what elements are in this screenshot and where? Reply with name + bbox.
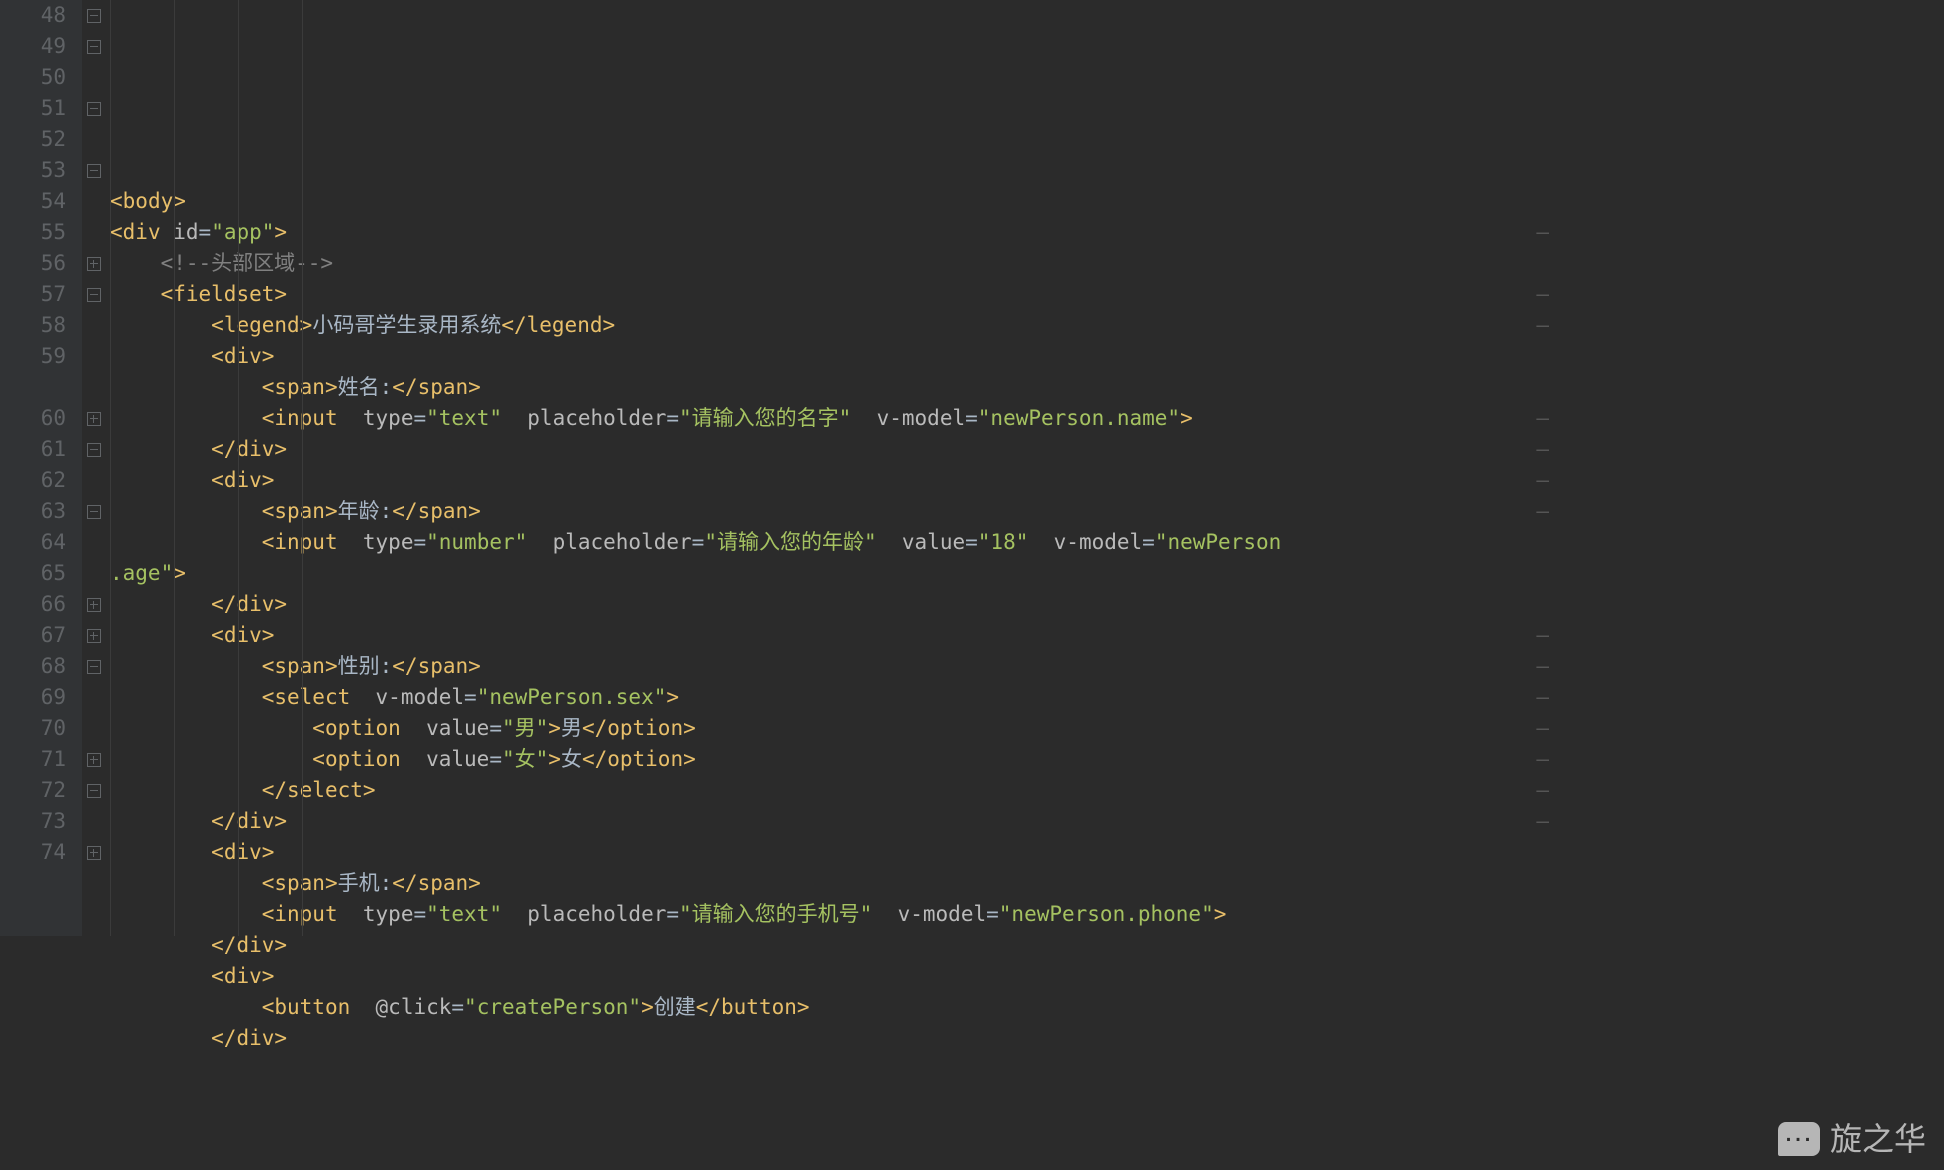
line-number: 71 <box>0 744 66 775</box>
soft-wrap-marker: – <box>1536 403 1549 434</box>
code-line[interactable]: <div> <box>110 620 1555 651</box>
code-line[interactable]: </select> <box>110 775 1555 806</box>
line-number: 49 <box>0 31 66 62</box>
code-line[interactable]: </div> <box>110 589 1555 620</box>
code-line[interactable]: <legend>小码哥学生录用系统</legend> <box>110 310 1555 341</box>
code-line[interactable]: </div> <box>110 434 1555 465</box>
soft-wrap-marker: – <box>1536 744 1549 775</box>
code-line[interactable]: <option value="男">男</option> <box>110 713 1555 744</box>
line-number: 57 <box>0 279 66 310</box>
line-number: 56 <box>0 248 66 279</box>
line-number: 62 <box>0 465 66 496</box>
line-number: 52 <box>0 124 66 155</box>
watermark: 旋之华 <box>1778 1122 1926 1156</box>
code-line[interactable]: <input type="number" placeholder="请输入您的年… <box>110 527 1555 558</box>
fold-open-icon[interactable] <box>87 9 101 23</box>
soft-wrap-marker: – <box>1536 651 1549 682</box>
fold-open-icon[interactable] <box>87 505 101 519</box>
code-line[interactable]: <option value="女">女</option> <box>110 744 1555 775</box>
fold-close-icon[interactable] <box>87 257 101 271</box>
code-line[interactable]: <body> <box>110 186 1555 217</box>
code-editor: 484950515253545556575859 6061626364656667… <box>0 0 1555 936</box>
code-area[interactable]: <body><div id="app"> <!--头部区域--> <fields… <box>106 0 1555 936</box>
line-number: 63 <box>0 496 66 527</box>
fold-column <box>82 0 106 936</box>
fold-close-icon[interactable] <box>87 846 101 860</box>
fold-open-icon[interactable] <box>87 660 101 674</box>
fold-close-icon[interactable] <box>87 598 101 612</box>
code-line[interactable]: <span>姓名:</span> <box>110 372 1555 403</box>
line-number: 68 <box>0 651 66 682</box>
fold-open-icon[interactable] <box>87 288 101 302</box>
line-number: 74 <box>0 837 66 868</box>
code-line[interactable]: <span>年龄:</span> <box>110 496 1555 527</box>
line-number: 67 <box>0 620 66 651</box>
soft-wrap-marker: – <box>1536 310 1549 341</box>
soft-wrap-marker: – <box>1536 713 1549 744</box>
line-number: 59 <box>0 341 66 372</box>
fold-open-icon[interactable] <box>87 443 101 457</box>
line-number: 58 <box>0 310 66 341</box>
soft-wrap-marker: – <box>1536 682 1549 713</box>
line-number: 60 <box>0 403 66 434</box>
code-line[interactable]: <div> <box>110 837 1555 868</box>
code-line[interactable]: <div> <box>110 465 1555 496</box>
line-number <box>0 372 66 403</box>
soft-wrap-marker: – <box>1536 217 1549 248</box>
fold-close-icon[interactable] <box>87 753 101 767</box>
fold-open-icon[interactable] <box>87 784 101 798</box>
code-line[interactable]: <fieldset> <box>110 279 1555 310</box>
soft-wrap-marker: – <box>1536 806 1549 837</box>
line-number: 53 <box>0 155 66 186</box>
code-line[interactable]: <input type="text" placeholder="请输入您的手机号… <box>110 899 1555 930</box>
code-line[interactable]: <input type="text" placeholder="请输入您的名字"… <box>110 403 1555 434</box>
line-number: 66 <box>0 589 66 620</box>
line-number: 72 <box>0 775 66 806</box>
line-number: 65 <box>0 558 66 589</box>
code-line[interactable]: <!--头部区域--> <box>110 248 1555 279</box>
line-number: 48 <box>0 0 66 31</box>
line-number: 70 <box>0 713 66 744</box>
soft-wrap-marker: – <box>1536 279 1549 310</box>
line-number: 61 <box>0 434 66 465</box>
line-number: 64 <box>0 527 66 558</box>
fold-open-icon[interactable] <box>87 40 101 54</box>
fold-open-icon[interactable] <box>87 164 101 178</box>
soft-wrap-marker: – <box>1536 775 1549 806</box>
line-number: 73 <box>0 806 66 837</box>
code-line[interactable]: </div> <box>110 930 1555 961</box>
fold-close-icon[interactable] <box>87 629 101 643</box>
code-line[interactable]: <div> <box>110 341 1555 372</box>
code-line[interactable]: <div id="app"> <box>110 217 1555 248</box>
fold-close-icon[interactable] <box>87 412 101 426</box>
code-line[interactable]: .age"> <box>110 558 1555 589</box>
line-number: 50 <box>0 62 66 93</box>
code-line[interactable]: </div> <box>110 806 1555 837</box>
code-line[interactable]: <span>性别:</span> <box>110 651 1555 682</box>
line-number: 69 <box>0 682 66 713</box>
code-line[interactable]: <span>手机:</span> <box>110 868 1555 899</box>
watermark-text: 旋之华 <box>1830 1124 1926 1155</box>
code-line[interactable]: <div> <box>110 961 1555 992</box>
code-line[interactable]: <button @click="createPerson">创建</button… <box>110 992 1555 1023</box>
code-line[interactable]: </div> <box>110 1023 1555 1054</box>
soft-wrap-marker: – <box>1536 434 1549 465</box>
fold-open-icon[interactable] <box>87 102 101 116</box>
wechat-icon <box>1778 1122 1820 1156</box>
line-number: 51 <box>0 93 66 124</box>
soft-wrap-marker: – <box>1536 465 1549 496</box>
line-number: 55 <box>0 217 66 248</box>
soft-wrap-marker: – <box>1536 620 1549 651</box>
line-number-gutter: 484950515253545556575859 6061626364656667… <box>0 0 82 936</box>
line-number: 54 <box>0 186 66 217</box>
soft-wrap-marker: – <box>1536 496 1549 527</box>
code-line[interactable]: <select v-model="newPerson.sex"> <box>110 682 1555 713</box>
